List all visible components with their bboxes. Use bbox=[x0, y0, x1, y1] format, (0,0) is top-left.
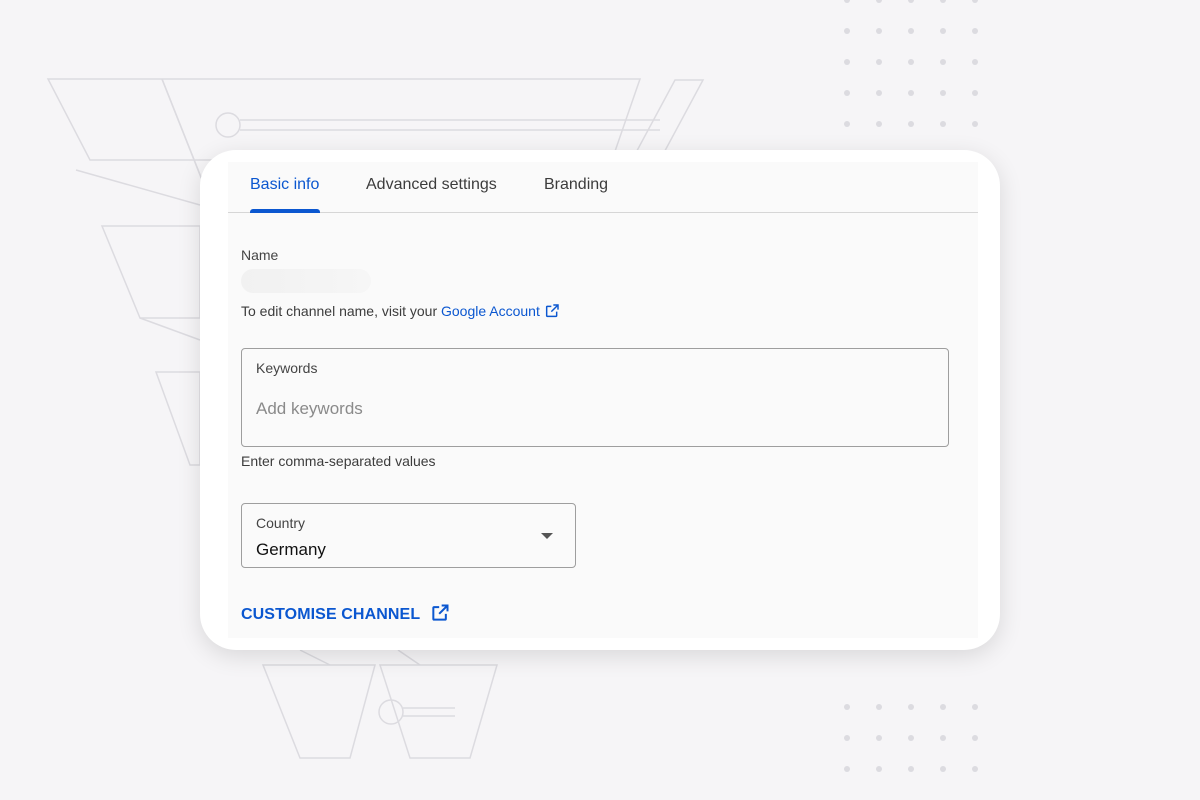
name-label: Name bbox=[241, 247, 279, 263]
open-in-new-icon bbox=[544, 303, 560, 322]
active-tab-indicator bbox=[250, 209, 320, 213]
keywords-label: Keywords bbox=[256, 360, 318, 376]
customise-channel-link[interactable]: CUSTOMISE CHANNEL bbox=[241, 603, 450, 628]
google-account-link-label: Google Account bbox=[441, 303, 540, 319]
customise-channel-label: CUSTOMISE CHANNEL bbox=[241, 606, 421, 623]
keywords-field[interactable]: Keywords bbox=[241, 348, 949, 447]
edit-name-hint-text: To edit channel name, visit your bbox=[241, 303, 441, 319]
tab-advanced-settings[interactable]: Advanced settings bbox=[366, 176, 497, 194]
settings-panel: Basic info Advanced settings Branding Na… bbox=[228, 162, 978, 638]
channel-name-value bbox=[241, 269, 371, 293]
country-selected-value: Germany bbox=[256, 540, 326, 559]
dropdown-arrow-icon bbox=[541, 533, 553, 539]
tab-branding[interactable]: Branding bbox=[544, 176, 608, 194]
keywords-input[interactable] bbox=[256, 397, 916, 421]
tab-bar: Basic info Advanced settings Branding bbox=[228, 162, 978, 213]
country-select[interactable]: Country Germany bbox=[241, 503, 576, 568]
tab-basic-info[interactable]: Basic info bbox=[250, 176, 319, 194]
keywords-helper-text: Enter comma-separated values bbox=[241, 453, 436, 469]
country-label: Country bbox=[256, 515, 306, 531]
edit-name-hint: To edit channel name, visit your Google … bbox=[241, 303, 560, 322]
open-in-new-icon bbox=[430, 603, 450, 628]
google-account-link[interactable]: Google Account bbox=[441, 303, 560, 319]
channel-settings-card: Basic info Advanced settings Branding Na… bbox=[200, 150, 1000, 650]
